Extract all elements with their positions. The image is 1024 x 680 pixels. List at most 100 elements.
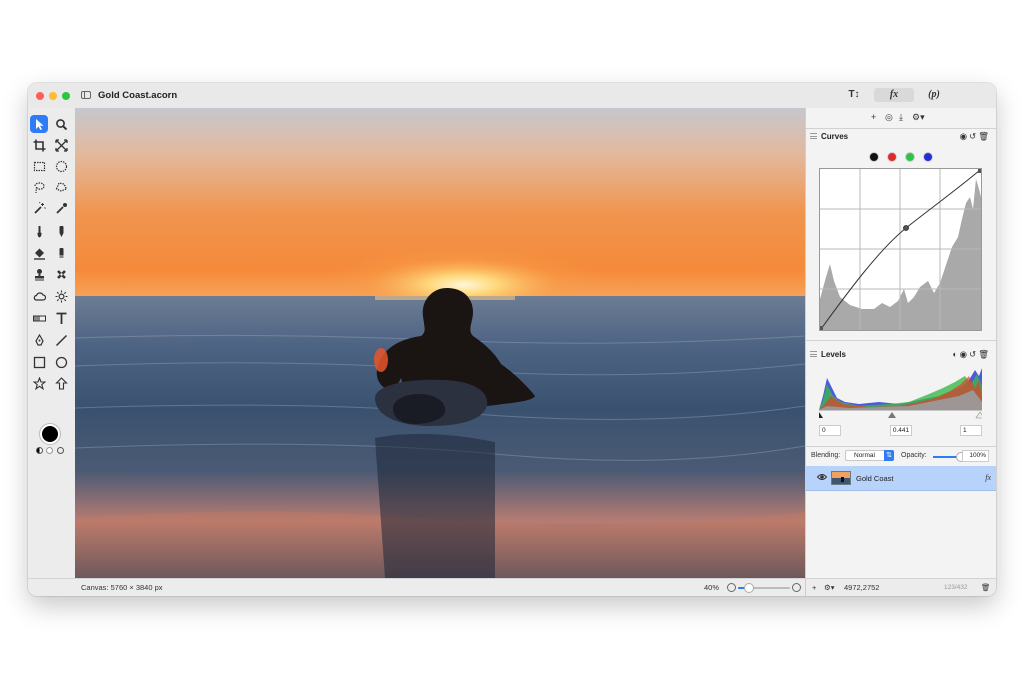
reset-icon[interactable]: ↺ bbox=[969, 131, 978, 141]
curves-header: Curves ◉↺🗑 bbox=[806, 130, 996, 144]
curves-title: Curves bbox=[821, 132, 849, 141]
crop-icon[interactable] bbox=[30, 136, 48, 154]
layer-thumbnail bbox=[831, 471, 851, 485]
gamma-field[interactable]: 0.441 bbox=[890, 425, 912, 436]
zoom-slider-knob[interactable] bbox=[745, 584, 754, 592]
blend-mode-select[interactable]: Normal bbox=[845, 450, 894, 461]
divider bbox=[806, 340, 996, 341]
black-point-field[interactable]: 0 bbox=[819, 425, 841, 436]
eye-icon[interactable]: ◉ bbox=[960, 131, 969, 141]
plugins-tab-button[interactable]: (p) bbox=[924, 88, 944, 102]
blending-label: Blending: bbox=[811, 452, 841, 459]
eye-icon[interactable] bbox=[817, 472, 827, 482]
ellipse-select-icon[interactable] bbox=[52, 157, 70, 175]
lasso-icon[interactable] bbox=[30, 178, 48, 196]
magic-wand-icon[interactable] bbox=[30, 199, 48, 217]
opacity-field[interactable]: 100% bbox=[962, 450, 989, 462]
curves-plot[interactable] bbox=[819, 169, 982, 330]
trash-icon[interactable]: 🗑 bbox=[978, 349, 991, 359]
zoom-slider[interactable] bbox=[738, 584, 790, 592]
zoom-out-icon[interactable] bbox=[727, 583, 736, 592]
white-point-field[interactable]: 1 bbox=[960, 425, 982, 436]
inspector-status-bar: + ⚙▾ 4972,2752 123/432 🗑 bbox=[806, 578, 996, 596]
filter-presets-icon[interactable]: ◎ bbox=[885, 112, 893, 123]
star-shape-icon[interactable] bbox=[30, 374, 48, 392]
grip-icon[interactable] bbox=[810, 133, 817, 139]
canvas-size-label: Canvas: 5760 × 3840 px bbox=[81, 583, 163, 592]
gradient-icon[interactable] bbox=[30, 309, 48, 327]
download-icon[interactable]: ⤓ bbox=[899, 112, 903, 123]
text-icon[interactable] bbox=[52, 309, 70, 327]
color-picker-icon[interactable] bbox=[57, 447, 64, 454]
canvas-area[interactable] bbox=[75, 108, 805, 578]
levels-header-icons: ◐◉↺🗑 bbox=[953, 349, 991, 360]
sidebar-toggle-icon[interactable] bbox=[81, 91, 91, 99]
curves-graph[interactable] bbox=[819, 168, 982, 331]
zoom-level-label: 40% bbox=[704, 583, 720, 592]
gear-icon[interactable]: ⚙▾ bbox=[824, 583, 835, 592]
grip-icon[interactable] bbox=[810, 351, 817, 357]
foreground-color-well[interactable] bbox=[40, 424, 60, 444]
line-icon[interactable] bbox=[52, 331, 70, 349]
faint-counter: 123/432 bbox=[944, 584, 968, 591]
zoom-in-icon[interactable] bbox=[792, 583, 801, 592]
title-bar: Gold Coast.acorn T↕ fx (p) bbox=[28, 83, 996, 108]
curves-header-icons: ◉↺🗑 bbox=[960, 131, 991, 142]
rectangle-shape-icon[interactable] bbox=[30, 353, 48, 371]
levels-title: Levels bbox=[821, 350, 846, 359]
opacity-slider[interactable] bbox=[933, 453, 965, 461]
fill-bucket-icon[interactable] bbox=[30, 244, 48, 262]
rect-select-icon[interactable] bbox=[30, 157, 48, 175]
gear-icon[interactable]: ⚙▾ bbox=[912, 112, 925, 123]
levels-plot[interactable] bbox=[815, 366, 985, 422]
swap-colors-icon[interactable] bbox=[36, 447, 43, 454]
toolbox bbox=[28, 108, 75, 578]
trash-icon[interactable]: 🗑 bbox=[978, 131, 991, 141]
marker-icon[interactable] bbox=[52, 222, 70, 240]
divider bbox=[806, 128, 996, 129]
cursor-coordinates: 4972,2752 bbox=[844, 583, 880, 592]
pen-icon[interactable] bbox=[30, 331, 48, 349]
app-window: Gold Coast.acorn T↕ fx (p) Canvas: 5760 … bbox=[28, 83, 996, 596]
levels-header: Levels ◐◉↺🗑 bbox=[806, 348, 996, 362]
add-layer-icon[interactable]: + bbox=[812, 583, 816, 592]
layer-row[interactable]: Gold Coast fx bbox=[806, 466, 996, 491]
reset-icon[interactable]: ↺ bbox=[969, 349, 978, 359]
brush-icon[interactable] bbox=[30, 222, 48, 240]
transform-icon[interactable] bbox=[52, 136, 70, 154]
levels-histogram[interactable] bbox=[815, 366, 985, 419]
photo-canvas[interactable] bbox=[75, 108, 805, 578]
close-window-button[interactable] bbox=[36, 92, 44, 100]
oval-shape-icon[interactable] bbox=[52, 353, 70, 371]
blending-row: Blending: Normal Opacity: 100% bbox=[806, 446, 996, 466]
document-title: Gold Coast.acorn bbox=[98, 90, 178, 101]
channel-blue-button[interactable] bbox=[923, 152, 933, 162]
color-wand-icon[interactable] bbox=[52, 199, 70, 217]
channel-red-button[interactable] bbox=[887, 152, 897, 162]
opacity-label: Opacity: bbox=[901, 452, 927, 459]
polygon-lasso-icon[interactable] bbox=[52, 178, 70, 196]
healing-icon[interactable] bbox=[52, 265, 70, 283]
trash-icon[interactable]: 🗑 bbox=[981, 583, 991, 592]
eraser-icon[interactable] bbox=[52, 244, 70, 262]
arrow-shape-icon[interactable] bbox=[52, 374, 70, 392]
inspector-panel: + ◎ ⤓ ⚙▾ Curves ◉↺🗑 Levels ◐◉↺🗑 0 0.441 … bbox=[805, 108, 996, 596]
filters-tab-button[interactable]: fx bbox=[874, 88, 914, 102]
eye-icon[interactable]: ◉ bbox=[960, 349, 969, 359]
layer-fx-icon[interactable]: fx bbox=[985, 473, 991, 482]
inspector-toolbar: + ◎ ⤓ ⚙▾ bbox=[806, 108, 996, 128]
default-colors-icon[interactable] bbox=[46, 447, 53, 454]
cloud-icon[interactable] bbox=[30, 287, 48, 305]
sun-icon[interactable] bbox=[52, 287, 70, 305]
contrast-icon[interactable]: ◐ bbox=[953, 349, 960, 359]
minimize-window-button[interactable] bbox=[49, 92, 57, 100]
clone-stamp-icon[interactable] bbox=[30, 265, 48, 283]
zoom-window-button[interactable] bbox=[62, 92, 70, 100]
add-filter-icon[interactable]: + bbox=[871, 112, 876, 122]
zoom-icon[interactable] bbox=[52, 115, 70, 133]
select-arrow-icon[interactable] bbox=[30, 115, 48, 133]
channel-rgb-button[interactable] bbox=[869, 152, 879, 162]
text-size-icon[interactable]: T↕ bbox=[844, 88, 864, 102]
channel-green-button[interactable] bbox=[905, 152, 915, 162]
status-bar: Canvas: 5760 × 3840 px 40% bbox=[28, 578, 805, 596]
